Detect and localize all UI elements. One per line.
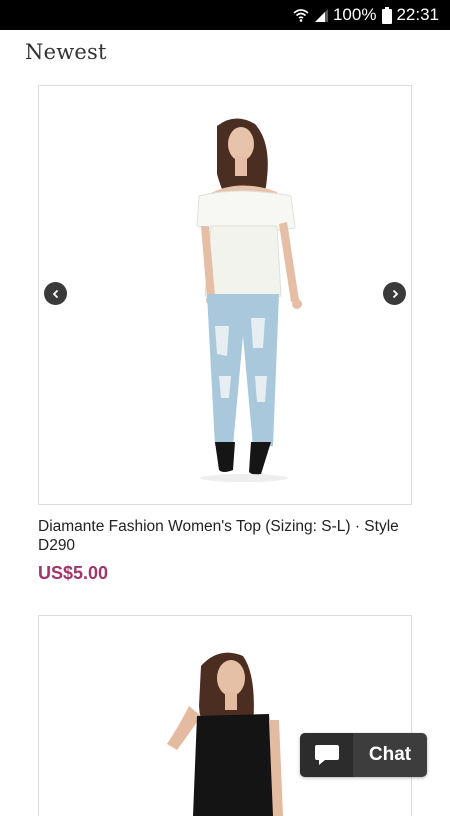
battery-icon	[382, 6, 393, 24]
carousel-prev-button[interactable]	[44, 282, 67, 305]
carousel-next-button[interactable]	[383, 282, 406, 305]
chevron-left-icon	[52, 289, 58, 298]
battery-percent: 100%	[332, 5, 377, 24]
product-image-carousel[interactable]	[38, 615, 412, 816]
product-image[interactable]	[39, 86, 411, 504]
page-title: Newest	[25, 40, 107, 64]
clock: 22:31	[396, 5, 439, 24]
product-image-carousel[interactable]	[38, 85, 412, 505]
wifi-icon	[293, 7, 309, 23]
product-card[interactable]	[38, 615, 412, 816]
product-card[interactable]: Diamante Fashion Women's Top (Sizing: S-…	[38, 85, 412, 584]
chat-button[interactable]: Chat	[300, 733, 427, 777]
signal-icon	[313, 7, 329, 23]
product-image[interactable]	[39, 616, 411, 816]
product-price: US$5.00	[38, 563, 109, 583]
chat-label: Chat	[368, 744, 412, 765]
product-title[interactable]: Diamante Fashion Women's Top (Sizing: S-…	[38, 517, 412, 555]
status-bar: 100% 22:31	[0, 0, 450, 30]
chevron-right-icon	[392, 289, 398, 298]
chat-bubble-icon	[300, 733, 353, 777]
